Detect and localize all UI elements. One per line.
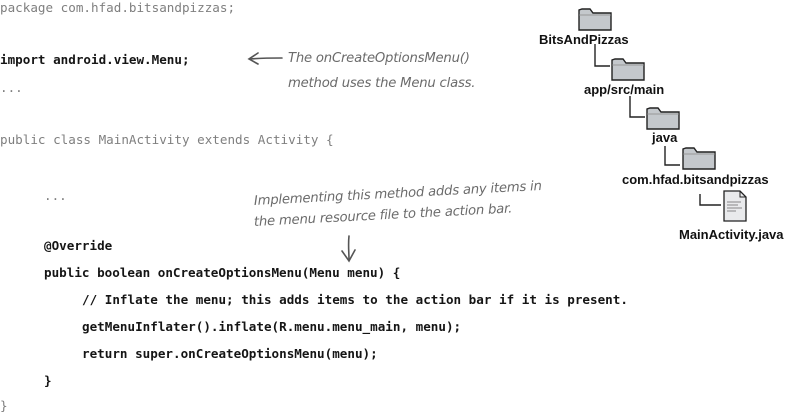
arrow-to-method <box>341 235 356 263</box>
folder-icon <box>611 58 645 81</box>
folder-icon <box>578 8 612 31</box>
arrow-to-import <box>247 52 283 65</box>
java-file-icon <box>723 190 747 222</box>
tree-package-label: com.hfad.bitsandpizzas <box>622 172 769 187</box>
annotation-arrows <box>247 44 721 263</box>
folder-icon <box>682 147 716 170</box>
tree-root-label: BitsAndPizzas <box>539 32 629 47</box>
tree-java-label: java <box>652 130 678 145</box>
tree-app-label: app/src/main <box>584 82 665 97</box>
folder-icon <box>646 107 680 130</box>
tree-file-label: MainActivity.java <box>679 227 784 242</box>
